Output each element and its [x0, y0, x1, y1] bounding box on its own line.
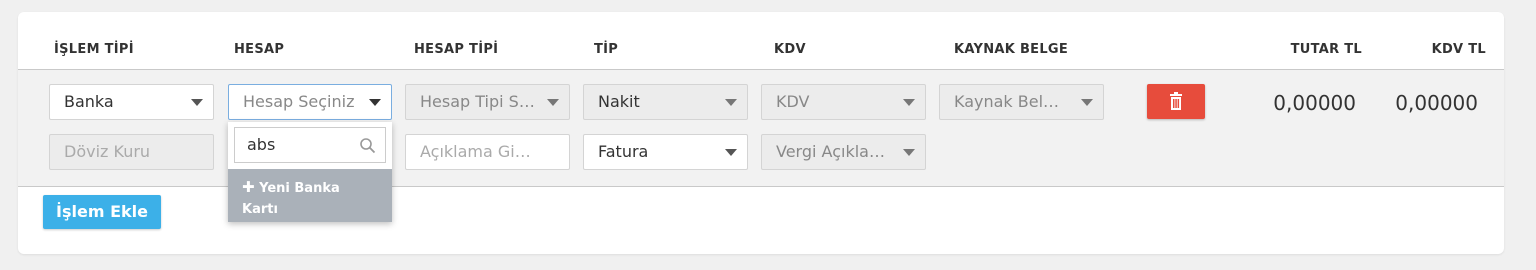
- doviz-kuru-placeholder: Döviz Kuru: [64, 142, 151, 161]
- aciklama-input[interactable]: Açıklama Giriniz: [405, 134, 570, 170]
- header-kaynak-belge: KAYNAK BELGE: [954, 42, 1069, 57]
- new-bank-card-option[interactable]: ✚ Yeni Banka Kartı: [228, 169, 392, 222]
- hesap-tipi-select[interactable]: Hesap Tipi Seç...: [405, 84, 570, 120]
- tip-select[interactable]: Nakit: [583, 84, 748, 120]
- header-tip: TİP: [594, 42, 619, 57]
- header-hesap-tipi: HESAP TİPİ: [414, 42, 499, 57]
- hesap-search-value: abs: [247, 135, 276, 154]
- doviz-kuru-input[interactable]: Döviz Kuru: [49, 134, 214, 170]
- header-tutar: TUTAR TL: [1290, 42, 1362, 57]
- chevron-down-icon: [191, 99, 203, 106]
- header-islem-tipi: İŞLEM TİPİ: [54, 42, 134, 57]
- add-transaction-button[interactable]: İşlem Ekle: [43, 195, 161, 229]
- header-kdv: KDV: [774, 42, 806, 57]
- islem-tipi-select[interactable]: Banka: [49, 84, 214, 120]
- hesap-select[interactable]: Hesap Seçiniz: [228, 84, 392, 120]
- kaynak-belge-select[interactable]: Kaynak Belge ...: [939, 84, 1104, 120]
- header-hesap: HESAP: [234, 42, 285, 57]
- chevron-down-icon: [725, 99, 737, 106]
- chevron-down-icon: [903, 149, 915, 156]
- tutar-value: 0,00000: [1273, 91, 1356, 115]
- new-bank-card-label: Yeni Banka Kartı: [242, 181, 340, 217]
- chevron-down-icon: [1081, 99, 1093, 106]
- chevron-down-icon: [547, 99, 559, 106]
- kdv-select[interactable]: KDV: [761, 84, 926, 120]
- kdv-tutar-value: 0,00000: [1395, 91, 1478, 115]
- chevron-down-icon: [725, 149, 737, 156]
- hesap-search-input[interactable]: abs: [234, 127, 386, 163]
- header-kdv-tl: KDV TL: [1431, 42, 1486, 57]
- vergi-aciklamasi-select[interactable]: Vergi Açıklaması: [761, 134, 926, 170]
- trash-icon: [1170, 92, 1182, 110]
- chevron-down-icon: [369, 99, 381, 106]
- aciklama-placeholder: Açıklama Giriniz: [420, 142, 549, 161]
- plus-icon: ✚: [242, 178, 255, 196]
- delete-row-button[interactable]: [1147, 84, 1205, 119]
- hesap-dropdown-panel: abs ✚ Yeni Banka Kartı: [228, 122, 392, 222]
- search-icon: [360, 138, 376, 154]
- chevron-down-icon: [903, 99, 915, 106]
- belge-tipi-select[interactable]: Fatura: [583, 134, 748, 170]
